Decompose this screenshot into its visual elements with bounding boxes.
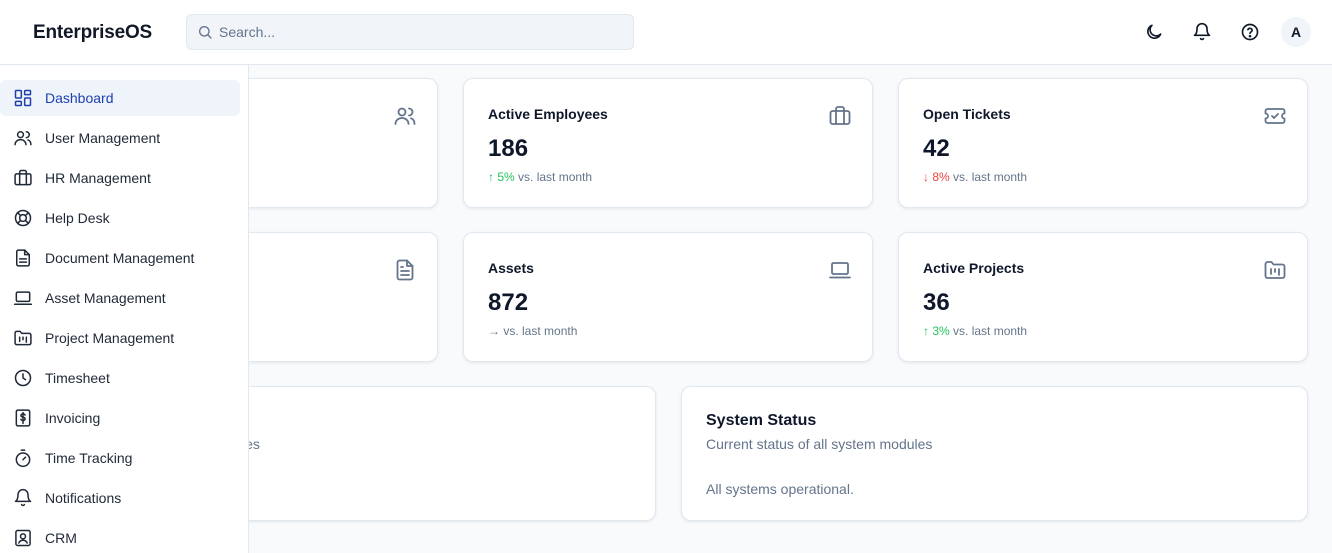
user-avatar[interactable]: A	[1281, 17, 1311, 47]
moon-icon[interactable]	[1144, 22, 1164, 42]
card-title: System Status	[706, 412, 817, 429]
card-trend: ↓ 8% vs. last month	[923, 170, 1027, 184]
brand-logo[interactable]: EnterpriseOS	[33, 22, 152, 44]
ticket-icon	[1264, 108, 1286, 124]
sidebar-item-time-tracking[interactable]: Time Tracking	[0, 440, 240, 476]
sidebar-item-project-management[interactable]: Project Management	[0, 320, 240, 356]
file-text-icon	[16, 249, 30, 267]
top-bar: EnterpriseOS A	[0, 0, 1332, 65]
timer-icon	[15, 449, 31, 468]
sidebar-item-label: Time Tracking	[45, 450, 133, 466]
bell-icon	[14, 488, 32, 507]
system-status-card: System Status Current status of all syst…	[681, 386, 1308, 521]
trend-neutral: →	[488, 324, 500, 338]
trend-caption: vs. last month	[953, 324, 1028, 338]
card-title: Assets	[488, 260, 534, 276]
card-title: Open Tickets	[923, 106, 1011, 122]
sidebar-item-label: Help Desk	[45, 210, 110, 226]
bell-icon[interactable]	[1192, 22, 1212, 42]
trend-up: ↑ 5%	[488, 170, 515, 184]
stat-card-open-tickets: Open Tickets 42 ↓ 8% vs. last month	[898, 78, 1308, 208]
sidebar-item-dashboard[interactable]: Dashboard	[0, 80, 240, 116]
users-icon	[394, 107, 416, 125]
card-value: 872	[488, 289, 529, 316]
sidebar-item-asset-management[interactable]: Asset Management	[0, 280, 240, 316]
help-circle-icon[interactable]	[1240, 22, 1260, 42]
sidebar-item-timesheet[interactable]: Timesheet	[0, 360, 240, 396]
life-buoy-icon	[14, 209, 32, 227]
card-value: 186	[488, 135, 529, 162]
trend-down: ↓ 8%	[923, 170, 950, 184]
search-input[interactable]	[219, 15, 619, 49]
folder-kanban-icon	[1264, 261, 1286, 279]
sidebar-item-label: Dashboard	[45, 90, 114, 106]
sidebar-item-invoicing[interactable]: Invoicing	[0, 400, 240, 436]
briefcase-icon	[14, 169, 32, 186]
receipt-dollar-icon	[15, 409, 31, 427]
sidebar-item-label: HR Management	[45, 170, 151, 186]
trend-caption: vs. last month	[953, 170, 1028, 184]
laptop-icon	[829, 262, 851, 279]
search-icon	[199, 26, 212, 39]
folder-kanban-icon	[14, 330, 32, 346]
trend-caption: vs. last month	[503, 324, 578, 338]
sidebar-item-label: Asset Management	[45, 290, 166, 306]
sidebar-item-document-management[interactable]: Document Management	[0, 240, 240, 276]
stat-card-active-employees: Active Employees 186 ↑ 5% vs. last month	[463, 78, 873, 208]
layout-dashboard-icon	[14, 89, 32, 107]
card-value: 42	[923, 135, 950, 162]
card-trend: → vs. last month	[488, 324, 577, 338]
laptop-icon	[13, 291, 33, 305]
sidebar-item-label: Invoicing	[45, 410, 101, 426]
card-value: 36	[923, 289, 950, 316]
sidebar-item-label: Timesheet	[45, 370, 110, 386]
briefcase-icon	[829, 106, 851, 125]
card-trend: ↑ 5% vs. last month	[488, 170, 592, 184]
sidebar-item-label: Notifications	[45, 490, 122, 506]
sidebar-item-help-desk[interactable]: Help Desk	[0, 200, 240, 236]
sidebar-item-label: CRM	[45, 530, 77, 546]
sidebar-item-label: Project Management	[45, 330, 175, 346]
sidebar-item-crm[interactable]: CRM	[0, 520, 240, 553]
stat-card-active-projects: Active Projects 36 ↑ 3% vs. last month	[898, 232, 1308, 362]
sidebar-item-notifications[interactable]: Notifications	[0, 480, 240, 516]
trend-caption: vs. last month	[518, 170, 593, 184]
clock-icon	[14, 369, 32, 387]
users-icon	[14, 131, 32, 146]
sidebar-item-user-management[interactable]: User Management	[0, 120, 240, 156]
card-subtitle: Current status of all system modules	[706, 436, 933, 452]
card-title: Active Employees	[488, 106, 608, 122]
card-title: Active Projects	[923, 260, 1025, 276]
search-box[interactable]	[186, 14, 634, 50]
file-text-icon	[396, 259, 414, 281]
sidebar-item-label: User Management	[45, 130, 161, 146]
info-card-partial: les	[180, 386, 656, 521]
sidebar: Dashboard User Management HR Management …	[0, 65, 249, 553]
sidebar-item-hr-management[interactable]: HR Management	[0, 160, 240, 196]
contact-icon	[15, 529, 31, 547]
card-trend: ↑ 3% vs. last month	[923, 324, 1027, 338]
status-message: All systems operational.	[706, 481, 854, 497]
stat-card-assets: Assets 872 → vs. last month	[463, 232, 873, 362]
sidebar-item-label: Document Management	[45, 250, 195, 266]
trend-up: ↑ 3%	[923, 324, 950, 338]
